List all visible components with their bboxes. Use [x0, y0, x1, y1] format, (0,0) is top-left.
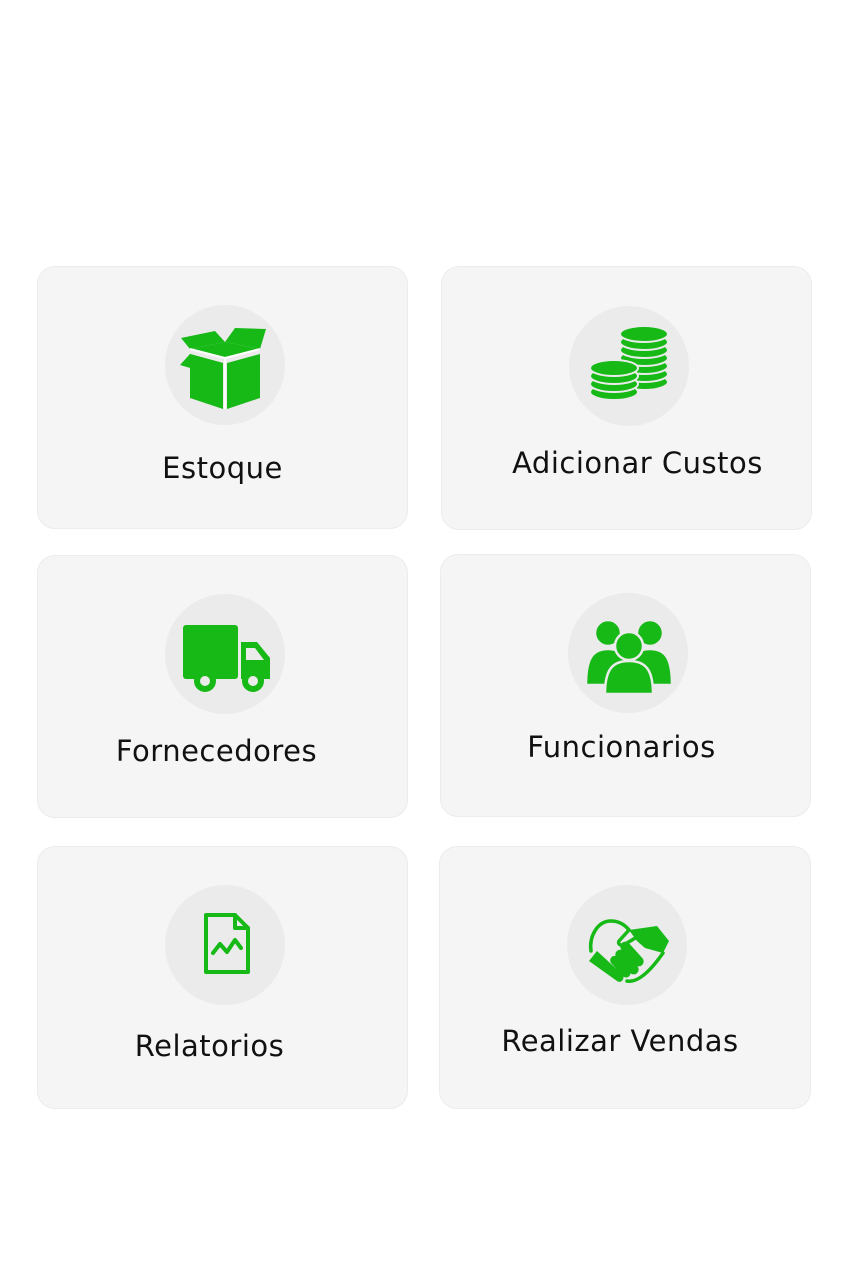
card-adicionar-custos[interactable]: Adicionar Custos [441, 266, 812, 530]
card-realizar-vendas-label: Realizar Vendas [501, 1024, 739, 1058]
box-icon-circle [165, 305, 285, 425]
card-relatorios-label: Relatorios [134, 1029, 285, 1063]
coins-icon-circle [569, 306, 689, 426]
card-realizar-vendas[interactable]: Realizar Vendas [439, 846, 811, 1109]
report-icon [204, 913, 250, 974]
truck-icon [183, 625, 270, 692]
box-icon [180, 328, 266, 409]
card-funcionarios-label: Funcionarios [527, 730, 716, 764]
users-icon [584, 618, 674, 696]
handshake-icon-circle [567, 885, 687, 1005]
truck-icon-circle [165, 594, 285, 714]
users-icon-circle [568, 593, 688, 713]
card-estoque-label: Estoque [162, 451, 283, 485]
card-fornecedores-label: Fornecedores [115, 734, 318, 768]
coins-icon [589, 325, 669, 401]
card-adicionar-custos-label: Adicionar Custos [512, 446, 763, 480]
card-funcionarios[interactable]: Funcionarios [440, 554, 811, 817]
report-icon-circle [165, 885, 285, 1005]
handshake-icon [588, 919, 669, 983]
card-fornecedores[interactable]: Fornecedores [37, 555, 408, 818]
card-estoque[interactable]: Estoque [37, 266, 408, 529]
card-relatorios[interactable]: Relatorios [37, 846, 408, 1109]
